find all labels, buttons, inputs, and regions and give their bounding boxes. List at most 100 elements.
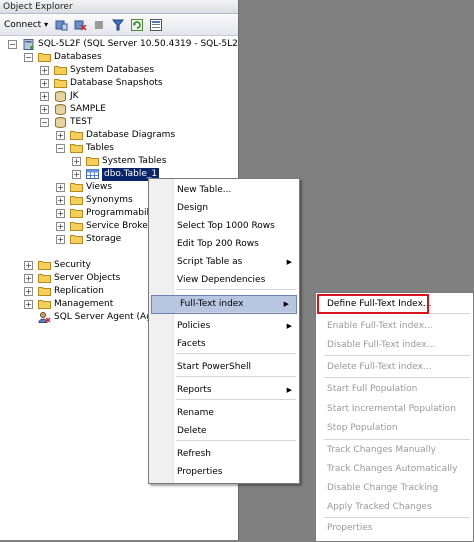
tree-item-label: Tables (86, 143, 114, 153)
folder-icon (86, 156, 99, 166)
tree-item-label: Databases (54, 52, 102, 62)
context-menu-item[interactable]: View Dependencies (149, 272, 299, 289)
menu-item-label: Edit Top 200 Rows (177, 239, 259, 249)
expand-icon[interactable]: + (72, 157, 81, 166)
collapse-icon[interactable]: − (8, 40, 17, 49)
expand-icon[interactable]: + (56, 196, 65, 205)
submenu-item[interactable]: Enable Full-Text index... (316, 318, 473, 335)
expand-icon[interactable]: + (40, 92, 49, 101)
expand-icon[interactable]: + (24, 287, 33, 296)
expand-icon[interactable]: + (24, 274, 33, 283)
submenu-item[interactable]: Stop Population (316, 420, 473, 437)
tree-item[interactable]: − SQL-5L2F (SQL Server 10.50.4319 - SQL-5… (0, 38, 238, 51)
stop-icon[interactable] (92, 18, 106, 32)
database-icon (54, 91, 67, 102)
tree-item-label: Management (54, 299, 114, 309)
context-menu-item[interactable]: Select Top 1000 Rows (149, 218, 299, 235)
tree-item-label: Database Diagrams (86, 130, 176, 140)
tree-item-label: SQL Server Agent (Agen (54, 312, 164, 322)
context-menu-item[interactable]: Design (149, 200, 299, 217)
tree-item[interactable]: + Database Snapshots (0, 77, 238, 90)
tree-item[interactable]: + System Tables (0, 155, 238, 168)
connect-button[interactable]: Connect ▾ (4, 17, 48, 32)
expand-icon[interactable]: + (56, 235, 65, 244)
context-menu-item[interactable]: Rename (149, 405, 299, 422)
summary-icon[interactable] (149, 18, 163, 32)
context-menu-item[interactable]: New Table... (149, 182, 299, 199)
submenu-item[interactable]: Track Changes Manually (316, 442, 473, 459)
menu-item-label: View Dependencies (177, 275, 266, 285)
menu-item-label: Properties (177, 467, 223, 477)
folder-icon (70, 234, 83, 244)
expand-icon[interactable]: + (56, 131, 65, 140)
connect-icon[interactable] (54, 18, 68, 32)
context-menu-item[interactable]: Facets (149, 336, 299, 353)
folder-icon (70, 195, 83, 205)
expand-icon[interactable]: + (56, 209, 65, 218)
expand-icon[interactable]: + (40, 66, 49, 75)
disconnect-icon[interactable] (73, 18, 87, 32)
tree-item[interactable]: + System Databases (0, 64, 238, 77)
database-icon (54, 104, 67, 115)
expand-icon[interactable]: + (40, 105, 49, 114)
chevron-down-icon: ▾ (44, 20, 49, 29)
submenu-item[interactable]: Delete Full-Text index... (316, 359, 473, 376)
callout-highlight-box (317, 294, 429, 314)
expand-icon[interactable]: + (24, 261, 33, 270)
panel-title: Object Explorer (0, 0, 238, 14)
menu-item-label: Delete (177, 426, 207, 436)
expand-icon[interactable]: + (56, 222, 65, 231)
expand-icon[interactable]: + (72, 170, 81, 179)
expand-icon[interactable]: + (40, 79, 49, 88)
menu-separator (324, 439, 470, 440)
context-menu-item[interactable]: Refresh (149, 446, 299, 463)
context-menu-item[interactable]: Edit Top 200 Rows (149, 236, 299, 253)
submenu-item[interactable]: Apply Tracked Changes (316, 499, 473, 516)
folder-icon (70, 130, 83, 140)
filter-icon[interactable] (111, 18, 125, 32)
menu-separator (324, 377, 470, 378)
full-text-index-submenu: Define Full-Text Index... Enable Full-Tex… (315, 292, 474, 542)
context-menu-item[interactable]: Start PowerShell (149, 359, 299, 376)
tree-item-label: System Tables (102, 156, 167, 166)
submenu-item[interactable]: Disable Change Tracking (316, 480, 473, 497)
folder-icon (38, 286, 51, 296)
menu-separator (324, 355, 470, 356)
menu-item-label: Start PowerShell (177, 362, 252, 372)
menu-item-label: Disable Full-Text index... (327, 340, 436, 350)
expand-icon[interactable]: + (24, 300, 33, 309)
object-explorer-toolbar: Connect ▾ (0, 15, 238, 36)
folder-icon (38, 260, 51, 270)
collapse-icon[interactable]: − (40, 118, 49, 127)
menu-item-label: Reports (177, 385, 212, 395)
refresh-icon[interactable] (130, 18, 144, 32)
tree-item[interactable]: + Database Diagrams (0, 129, 238, 142)
submenu-item[interactable]: Properties (316, 520, 473, 537)
collapse-icon[interactable]: − (56, 144, 65, 153)
folder-icon (54, 78, 67, 88)
submenu-item[interactable]: Track Changes Automatically (316, 461, 473, 478)
tree-item[interactable]: + SAMPLE (0, 103, 238, 116)
folder-icon (70, 143, 83, 153)
menu-item-label: Rename (177, 408, 214, 418)
collapse-icon[interactable]: − (24, 53, 33, 62)
expand-icon[interactable]: + (56, 183, 65, 192)
submenu-arrow-icon: ▶ (286, 258, 292, 266)
folder-icon (38, 52, 51, 62)
context-menu-item[interactable]: Policies ▶ (149, 318, 299, 335)
context-menu-item[interactable]: Script Table as ▶ (149, 254, 299, 271)
folder-icon (70, 182, 83, 192)
tree-item[interactable]: + JK (0, 90, 238, 103)
tree-item[interactable]: − Databases (0, 51, 238, 64)
context-menu-item[interactable]: Delete (149, 423, 299, 440)
tree-item-label: Service Broker (86, 221, 152, 231)
context-menu-item[interactable]: Properties (149, 464, 299, 481)
tree-item-label: SAMPLE (70, 104, 106, 114)
submenu-item[interactable]: Start Full Population (316, 381, 473, 398)
tree-item[interactable]: − Tables (0, 142, 238, 155)
tree-item-label: SQL-5L2F (SQL Server 10.50.4319 - SQL-5L… (38, 39, 239, 49)
submenu-item[interactable]: Disable Full-Text index... (316, 337, 473, 354)
context-menu-item[interactable]: Reports ▶ (149, 382, 299, 399)
tree-item[interactable]: − TEST (0, 116, 238, 129)
submenu-item[interactable]: Start Incremental Population (316, 401, 473, 418)
